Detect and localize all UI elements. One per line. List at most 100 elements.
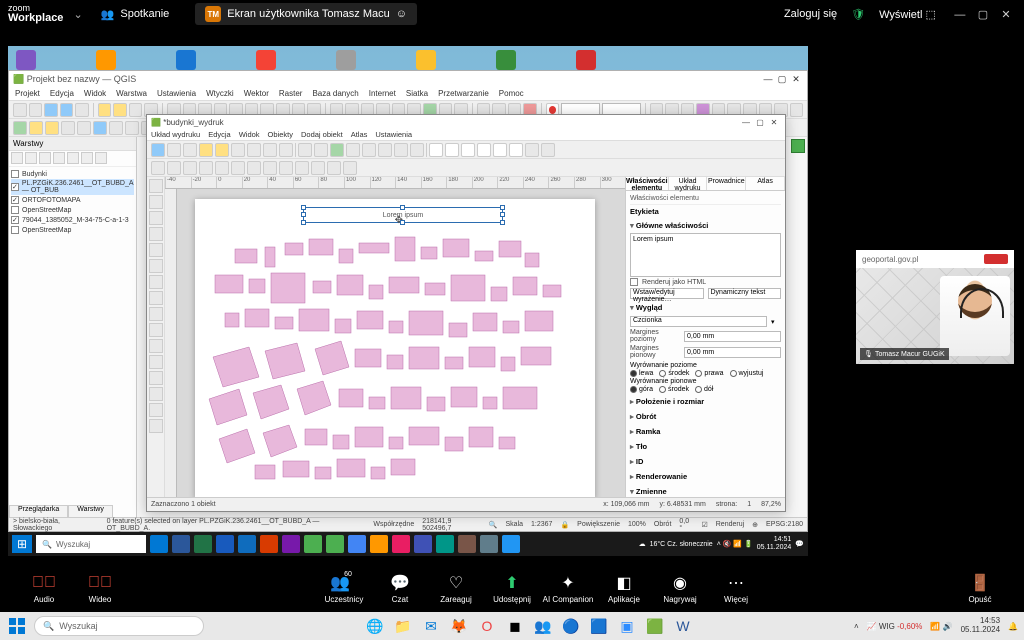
- leave-button[interactable]: 🚪Opuść: [952, 573, 1008, 604]
- layout-page[interactable]: Lorem ipsum ✥: [195, 199, 595, 497]
- section-appearance[interactable]: Wygląd: [630, 300, 781, 315]
- apps-button[interactable]: ◧Aplikacje: [596, 573, 652, 604]
- print-layout-window: 🟩 *budynki_wydruk — ▢ ✕ Układ wydrukuEdy…: [146, 114, 786, 512]
- valign-radios[interactable]: góra środek dół: [630, 385, 781, 394]
- geoportal-header: geoportal.gov.pl: [856, 250, 1014, 268]
- layout-menu-bar[interactable]: Układ wydrukuEdycjaWidok ObiektyDodaj ob…: [147, 129, 785, 141]
- teams-icon[interactable]: 👥: [532, 615, 554, 637]
- start-button[interactable]: [6, 615, 28, 637]
- layers-toolbar[interactable]: [9, 151, 136, 167]
- opera-icon[interactable]: O: [476, 615, 498, 637]
- layer-item: Budynki: [11, 169, 134, 179]
- ruler-vertical: [165, 189, 177, 497]
- shared-screen-pill[interactable]: TM Ekran użytkownika Tomasz Macu ☺: [195, 3, 417, 25]
- system-tray[interactable]: ˄ 📈 WIG -0,60% 📶 🔊 14:5305.11.2024 🔔: [854, 617, 1018, 635]
- font-button[interactable]: Czcionka: [630, 316, 767, 327]
- desktop-icons: [16, 50, 596, 70]
- video-button[interactable]: 📷⃠Wideo: [72, 573, 128, 604]
- locator[interactable]: > bielsko-biała, Słowackiego: [13, 518, 99, 532]
- minimize-icon[interactable]: —: [950, 9, 970, 21]
- more-button[interactable]: ⋯Więcej: [708, 573, 764, 604]
- chat-button[interactable]: 💬Czat: [372, 573, 428, 604]
- start-button[interactable]: ⊞: [12, 535, 32, 553]
- app-icon[interactable]: 🟦: [588, 615, 610, 637]
- layers-header: Warstwy: [9, 137, 136, 151]
- layout-toolbar-2[interactable]: [147, 159, 785, 177]
- qgis-status-bar: > bielsko-biała, Słowackiego 0 feature(s…: [9, 517, 807, 531]
- maximize-icon[interactable]: ▢: [973, 8, 993, 21]
- outlook-icon[interactable]: ✉: [420, 615, 442, 637]
- layer-item: OpenStreetMap: [11, 205, 134, 215]
- audio-button[interactable]: 🎤⃠Audio: [16, 573, 72, 604]
- presenter-badge: TM: [205, 6, 221, 22]
- participants-button[interactable]: 👥60Uczestnicy: [316, 573, 372, 604]
- view-button[interactable]: Wyświetl ⬚: [879, 8, 936, 21]
- layer-item: 79044_1385052_M-34-75-C-a-1-3: [11, 215, 134, 225]
- margin-h-input[interactable]: [684, 331, 781, 342]
- ai-companion-button[interactable]: ✦AI Companion: [540, 573, 596, 604]
- zoom-icon[interactable]: ▣: [616, 615, 638, 637]
- minimize-icon[interactable]: —: [761, 74, 775, 84]
- layout-title-bar[interactable]: 🟩 *budynki_wydruk — ▢ ✕: [147, 115, 785, 129]
- qgis-title: Projekt bez nazwy — QGIS: [27, 74, 137, 84]
- layer-item: ORTOFOTOMAPA: [11, 195, 134, 205]
- record-button[interactable]: ◉Nagrywaj: [652, 573, 708, 604]
- system-tray[interactable]: ☁16°C Cz. słonecznie ˄ 🔇 📶 🔋 14:5105.11.…: [639, 536, 804, 551]
- zoom-title-bar: zoom Workplace ⌄ 👥 Spotkanie TM Ekran uż…: [0, 0, 1024, 28]
- presenter-label: Ekran użytkownika Tomasz Macu: [227, 8, 389, 20]
- taskbar-search[interactable]: 🔍 Wyszukaj: [36, 535, 146, 553]
- dynamic-text-button[interactable]: Dynamiczny tekst: [708, 288, 782, 299]
- maximize-icon[interactable]: ▢: [775, 74, 789, 85]
- chrome-icon[interactable]: 🔵: [560, 615, 582, 637]
- plugin-button[interactable]: [791, 139, 805, 153]
- edge-icon[interactable]: 🌐: [364, 615, 386, 637]
- clock[interactable]: 14:5305.11.2024: [961, 617, 1000, 635]
- minimize-icon[interactable]: —: [739, 118, 753, 127]
- mic-icon: 🎙: [864, 350, 872, 358]
- panel-tabs[interactable]: PrzeglądarkaWarstwy: [9, 505, 113, 517]
- close-icon[interactable]: ✕: [996, 8, 1016, 21]
- word-icon[interactable]: W: [672, 615, 694, 637]
- halign-radios[interactable]: lewa środek prawa wyjustuj: [630, 369, 781, 378]
- meeting-button[interactable]: 👥 Spotkanie: [101, 8, 170, 21]
- explorer-icon[interactable]: 📁: [392, 615, 414, 637]
- share-button[interactable]: ⬆Udostępnij: [484, 573, 540, 604]
- smile-icon: ☺: [396, 8, 407, 20]
- webcam-tile[interactable]: geoportal.gov.pl 🎙 Tomasz Macur GUGiK: [856, 250, 1014, 364]
- layer-item: PL.PZGiK.236.2461__OT_BUBD_A — OT_BUB: [11, 179, 134, 195]
- layers-panel: Warstwy Budynki PL.PZGiK.236.2461__OT_BU…: [9, 137, 137, 521]
- login-link[interactable]: Zaloguj się: [784, 8, 837, 20]
- margin-v-input[interactable]: [684, 347, 781, 358]
- taskbar-search[interactable]: 🔍 Wyszukaj: [34, 616, 204, 636]
- layout-canvas[interactable]: -40-200 204060 80100120 140160180 200220…: [165, 177, 625, 497]
- app-icon[interactable]: 🟩: [644, 615, 666, 637]
- layout-status-bar: Zaznaczono 1 obiekt x: 109,066 mm y: 6.4…: [147, 497, 785, 511]
- shield-icon[interactable]: 🛡: [851, 8, 865, 21]
- firefox-icon[interactable]: 🦊: [448, 615, 470, 637]
- qgis-title-bar[interactable]: 🟩 Projekt bez nazwy — QGIS — ▢ ✕: [9, 71, 807, 87]
- maximize-icon[interactable]: ▢: [753, 118, 767, 127]
- workspace-chevron-icon[interactable]: ⌄: [73, 8, 82, 21]
- zoom-controls: 🎤⃠Audio 📷⃠Wideo 👥60Uczestnicy 💬Czat ♡Zar…: [0, 564, 1024, 612]
- close-icon[interactable]: ✕: [789, 74, 803, 85]
- label-text-input[interactable]: Lorem ipsum: [630, 233, 781, 277]
- notifications-icon[interactable]: 🔔: [1008, 622, 1018, 631]
- host-taskbar[interactable]: 🔍 Wyszukaj 🌐 📁 ✉ 🦊 O ◼ 👥 🔵 🟦 ▣ 🟩 W ˄ 📈 W…: [0, 612, 1024, 640]
- react-button[interactable]: ♡Zareaguj: [428, 573, 484, 604]
- ruler-horizontal: -40-200 204060 80100120 140160180 200220…: [165, 177, 625, 189]
- props-tabs[interactable]: Właściwości elementu Układ wydruku Prowa…: [626, 177, 785, 191]
- app-icon[interactable]: ◼: [504, 615, 526, 637]
- layout-toolbar-1[interactable]: [147, 141, 785, 159]
- qgis-menu-bar[interactable]: ProjektEdycjaWidok WarstwaUstawieniaWtyc…: [9, 87, 807, 101]
- layout-tool-palette[interactable]: [147, 177, 165, 497]
- section-main[interactable]: Główne właściwości: [630, 218, 781, 233]
- layer-list[interactable]: Budynki PL.PZGiK.236.2461__OT_BUBD_A — O…: [9, 167, 136, 237]
- label-item-selected[interactable]: Lorem ipsum ✥: [303, 207, 503, 223]
- stock-widget[interactable]: 📈 WIG -0,60%: [867, 622, 923, 631]
- close-icon[interactable]: ✕: [767, 118, 781, 127]
- geoportal-logo-icon: [984, 254, 1008, 264]
- insert-expression-button[interactable]: Wstaw/edytuj wyrażenie…: [630, 288, 704, 299]
- remote-taskbar[interactable]: ⊞ 🔍 Wyszukaj ☁16°C Cz. słonecznie ˄ 🔇 📶 …: [8, 532, 808, 556]
- item-properties-panel: Właściwości elementu Układ wydruku Prowa…: [625, 177, 785, 497]
- qgis-icon: 🟩: [13, 74, 24, 85]
